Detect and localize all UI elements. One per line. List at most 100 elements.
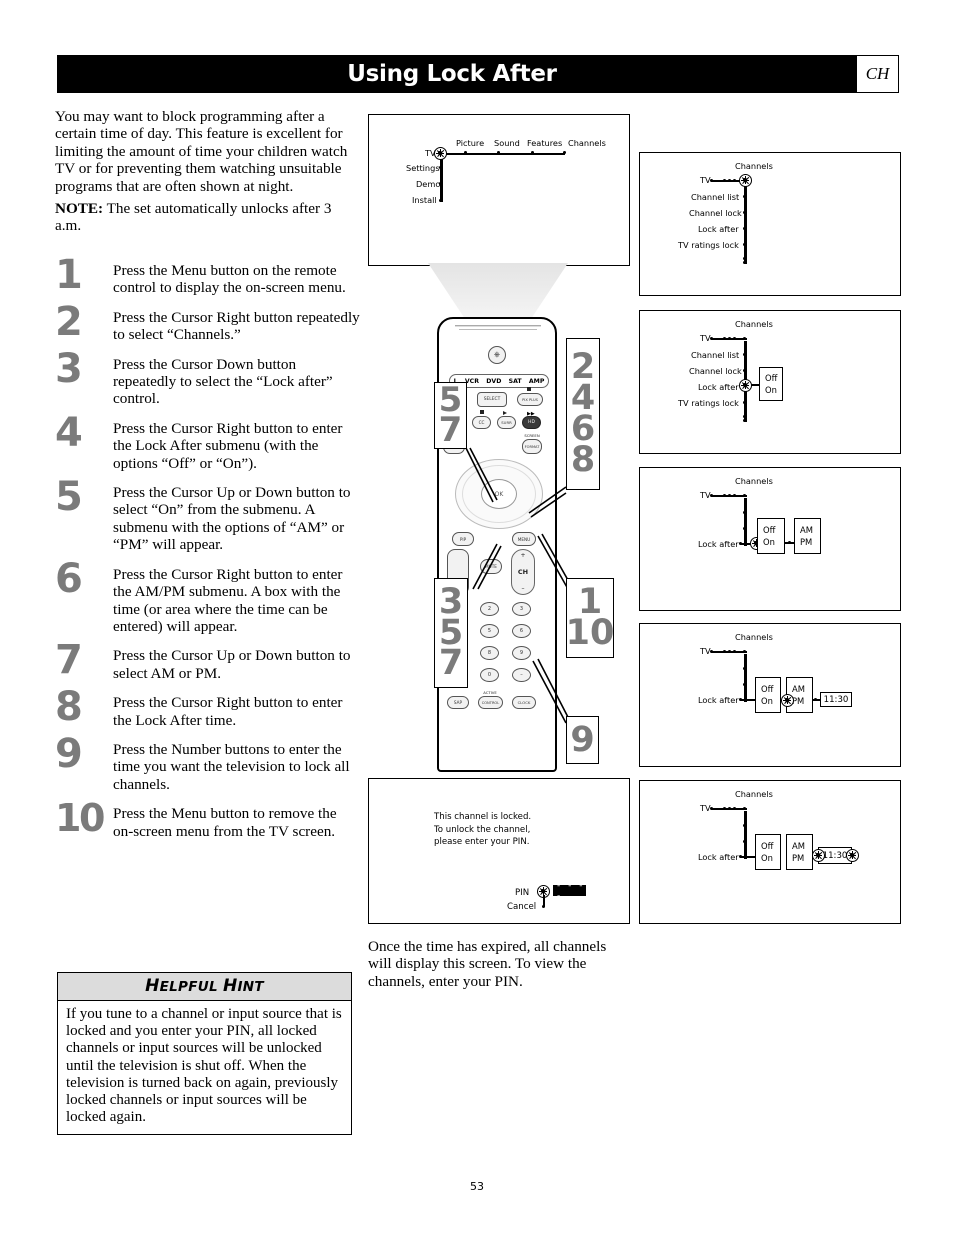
pin-entry-field[interactable]: - - - - — [553, 881, 586, 901]
option-pm[interactable]: PM — [800, 536, 820, 548]
clock-button[interactable]: CLOCK — [512, 696, 536, 709]
format-label[interactable]: FORMAT — [525, 445, 540, 449]
num-0-label[interactable]: 0 — [488, 672, 491, 678]
step-number: 6 — [55, 555, 83, 602]
pixplus-label[interactable]: PIX PLUS — [522, 398, 538, 402]
surround-label[interactable]: SURR — [501, 420, 511, 425]
clock-label[interactable]: CLOCK — [518, 700, 531, 705]
option-pm[interactable]: PM — [792, 852, 812, 864]
left-text-column: You may want to block programming after … — [55, 108, 355, 235]
lock-after-option-box[interactable]: Off On — [757, 518, 785, 554]
step-text: Press the Cursor Right button repeatedly… — [113, 308, 360, 344]
select-button[interactable]: SELECT — [477, 392, 507, 407]
channels-rail-v — [744, 811, 747, 859]
number-button-3[interactable]: 3 — [512, 602, 531, 616]
sap-label[interactable]: SAP — [454, 700, 462, 705]
option-on[interactable]: On — [765, 384, 782, 396]
cursor-highlight-icon — [739, 174, 752, 187]
channel-rocker[interactable]: + CH – — [511, 549, 535, 595]
menu-dot — [728, 807, 732, 811]
dash-button[interactable]: – — [512, 668, 531, 682]
pixplus-button[interactable]: PIX PLUS — [517, 393, 543, 406]
sap-button[interactable]: SAP — [447, 696, 469, 709]
mode-label-amp[interactable]: AMP — [529, 378, 544, 385]
mode-label-sat[interactable]: SAT — [509, 378, 522, 385]
menu-dot — [733, 807, 737, 811]
control-label[interactable]: CONTROL — [482, 701, 500, 705]
number-button-9[interactable]: 9 — [512, 646, 531, 660]
note-paragraph: NOTE: The set automatically unlocks afte… — [55, 200, 355, 235]
mode-label-dvd[interactable]: DVD — [486, 378, 501, 385]
hint-title-h2: H — [222, 976, 238, 996]
step-number: 10 — [55, 796, 105, 841]
ok-button[interactable]: OK — [481, 479, 517, 509]
lock-after-time-box[interactable]: 11:30 — [820, 692, 852, 707]
option-on[interactable]: On — [761, 695, 780, 707]
hd-button[interactable]: HD — [522, 416, 541, 429]
option-off[interactable]: Off — [761, 840, 780, 852]
lock-after-option-box[interactable]: Off On — [755, 834, 781, 870]
surround-button[interactable]: SURR — [497, 416, 516, 429]
option-on[interactable]: On — [761, 852, 780, 864]
step-number: 3 — [55, 345, 83, 392]
num-9-label[interactable]: 9 — [520, 650, 523, 656]
cursor-highlight-icon — [781, 694, 794, 707]
cc-button[interactable]: CC — [472, 416, 491, 429]
option-off[interactable]: Off — [761, 683, 780, 695]
mute-button[interactable]: MUTE — [480, 559, 502, 574]
screen-label: SCREEN — [524, 433, 540, 438]
channels-item-tv-ratings-lock: TV ratings lock — [678, 240, 739, 250]
number-button-2[interactable]: 2 — [480, 602, 499, 616]
number-button-6[interactable]: 6 — [512, 624, 531, 638]
ch-minus-label[interactable]: – — [522, 585, 525, 592]
num-3-label[interactable]: 3 — [520, 606, 523, 612]
option-off[interactable]: Off — [765, 372, 782, 384]
menu-dot — [710, 807, 714, 811]
number-button-0[interactable]: 0 — [480, 668, 499, 682]
select-label[interactable]: SELECT — [484, 397, 501, 402]
pin-value[interactable]: - - - - — [557, 881, 586, 901]
option-am[interactable]: AM — [800, 524, 820, 536]
option-on[interactable]: On — [763, 536, 784, 548]
lock-after-option-box[interactable]: Off On — [755, 677, 781, 713]
ch-plus-label[interactable]: + — [520, 552, 525, 559]
hint-title-h1: H — [145, 976, 160, 996]
pip-button[interactable]: PIP — [452, 532, 474, 546]
num-2-label[interactable]: 2 — [488, 606, 491, 612]
ch-label[interactable]: CH — [518, 568, 528, 576]
power-button[interactable]: ⎈ — [488, 346, 506, 364]
lock-after-option-box[interactable]: Off On — [759, 367, 783, 401]
option-off[interactable]: Off — [763, 524, 784, 536]
cancel-label: Cancel — [507, 902, 537, 912]
option-am[interactable]: AM — [792, 840, 812, 852]
num-8-label[interactable]: 8 — [488, 650, 491, 656]
num-6-label[interactable]: 6 — [520, 628, 523, 634]
lock-after-time-value[interactable]: 11:30 — [823, 851, 848, 861]
num-5-label[interactable]: 5 — [488, 628, 491, 634]
menu-button[interactable]: MENU — [512, 532, 536, 546]
number-button-5[interactable]: 5 — [480, 624, 499, 638]
lock-after-label: Lock after — [698, 852, 739, 862]
step-number: 5 — [55, 474, 83, 521]
ok-label[interactable]: OK — [495, 491, 504, 498]
ampm-option-box[interactable]: AM PM — [786, 834, 813, 870]
hd-label[interactable]: HD — [528, 420, 535, 425]
number-button-8[interactable]: 8 — [480, 646, 499, 660]
active-control-button[interactable]: CONTROL — [478, 696, 503, 709]
format-button[interactable]: FORMAT — [522, 439, 542, 454]
option-am[interactable]: AM — [792, 683, 812, 695]
callout-upper-left: 5 7 — [434, 382, 467, 449]
menu-label[interactable]: MENU — [518, 537, 530, 542]
pip-label[interactable]: PIP — [460, 537, 466, 542]
dash-label[interactable]: – — [520, 672, 523, 678]
intro-paragraph: You may want to block programming after … — [55, 108, 348, 195]
callout-lower-left: 3 5 7 — [434, 578, 468, 688]
mute-label[interactable]: MUTE — [485, 564, 497, 569]
cc-label[interactable]: CC — [479, 420, 485, 425]
step-text: Press the Cursor Right button to enter t… — [113, 565, 343, 635]
ampm-option-box[interactable]: AM PM — [794, 518, 821, 554]
menu-dot — [733, 650, 737, 654]
lock-after-time-value[interactable]: 11:30 — [824, 695, 849, 705]
locked-line-3: please enter your PIN. — [434, 837, 530, 848]
option-pm[interactable]: PM — [792, 695, 812, 707]
